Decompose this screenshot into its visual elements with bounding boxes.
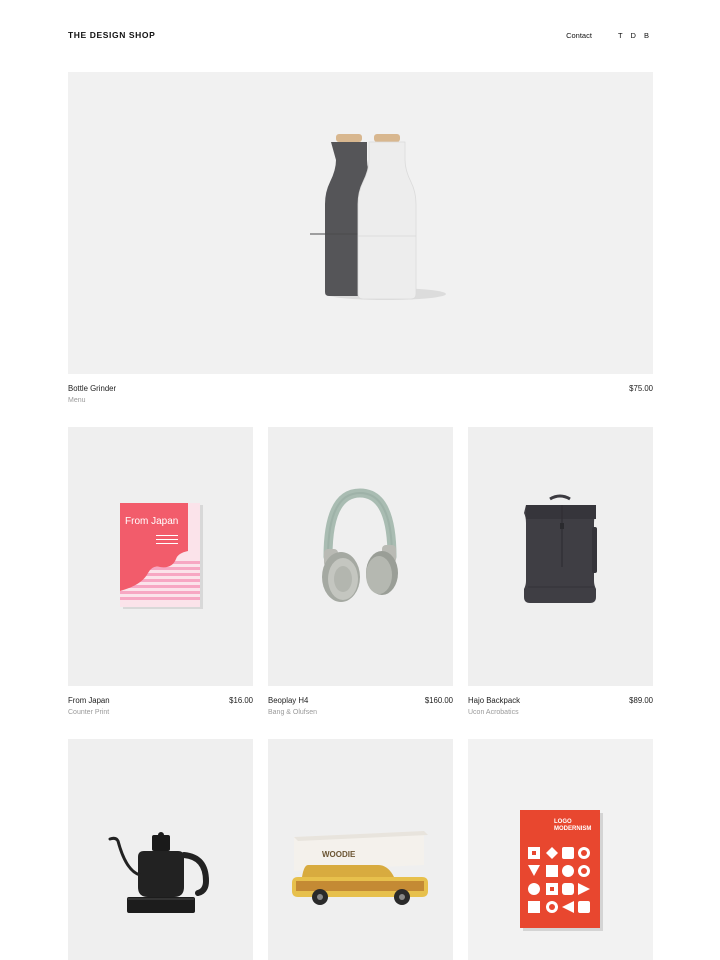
product-maker: Ucon Acrobatics [468,709,519,716]
backpack-image [524,494,597,603]
product-card-from-japan[interactable]: From Japan [68,427,253,686]
product-meta-1: Beoplay H4 Bang & Olufsen $160.00 [268,696,453,716]
product-card-logo-modernism[interactable]: LOGO MODERNISM [468,739,653,960]
product-card-beoplay-h4[interactable] [268,427,453,686]
cart-link[interactable]: T D B [618,31,652,40]
box-label: WOODIE [322,850,356,859]
product-name[interactable]: Hajo Backpack [468,696,520,705]
headphones-image [322,488,398,602]
product-price: $16.00 [229,696,253,705]
product-card-hajo-backpack[interactable] [468,427,653,686]
product-name[interactable]: From Japan [68,696,110,705]
product-maker: Menu [68,397,86,404]
hero-product-meta: Bottle Grinder Menu $75.00 [68,384,653,404]
book-cover-title: From Japan [125,516,178,527]
product-price: $75.00 [629,384,653,393]
product-meta-0: From Japan Counter Print $16.00 [68,696,253,716]
brand-logo[interactable]: THE DESIGN SHOP [68,30,155,40]
logo-modernism-book-image: LOGO MODERNISM [520,810,603,931]
product-price: $89.00 [629,696,653,705]
product-name[interactable]: Beoplay H4 [268,696,317,705]
product-card-kettle[interactable] [68,739,253,960]
hero-product-image[interactable] [68,72,653,374]
contact-link[interactable]: Contact [566,31,592,40]
woodie-car-image: WOODIE [292,831,428,905]
product-maker: Counter Print [68,709,110,716]
nav-bar: Contact T D B [566,31,652,40]
site-header: THE DESIGN SHOP Contact T D B [68,28,652,42]
bottle-grinder-image [310,134,446,300]
product-price: $160.00 [424,696,453,705]
product-name[interactable]: Bottle Grinder [68,384,116,393]
kettle-image [108,832,210,913]
product-card-woodie[interactable]: WOODIE [268,739,453,960]
product-maker: Bang & Olufsen [268,709,318,716]
from-japan-book-image: From Japan [120,503,203,609]
product-meta-2: Hajo Backpack Ucon Acrobatics $89.00 [468,696,653,716]
